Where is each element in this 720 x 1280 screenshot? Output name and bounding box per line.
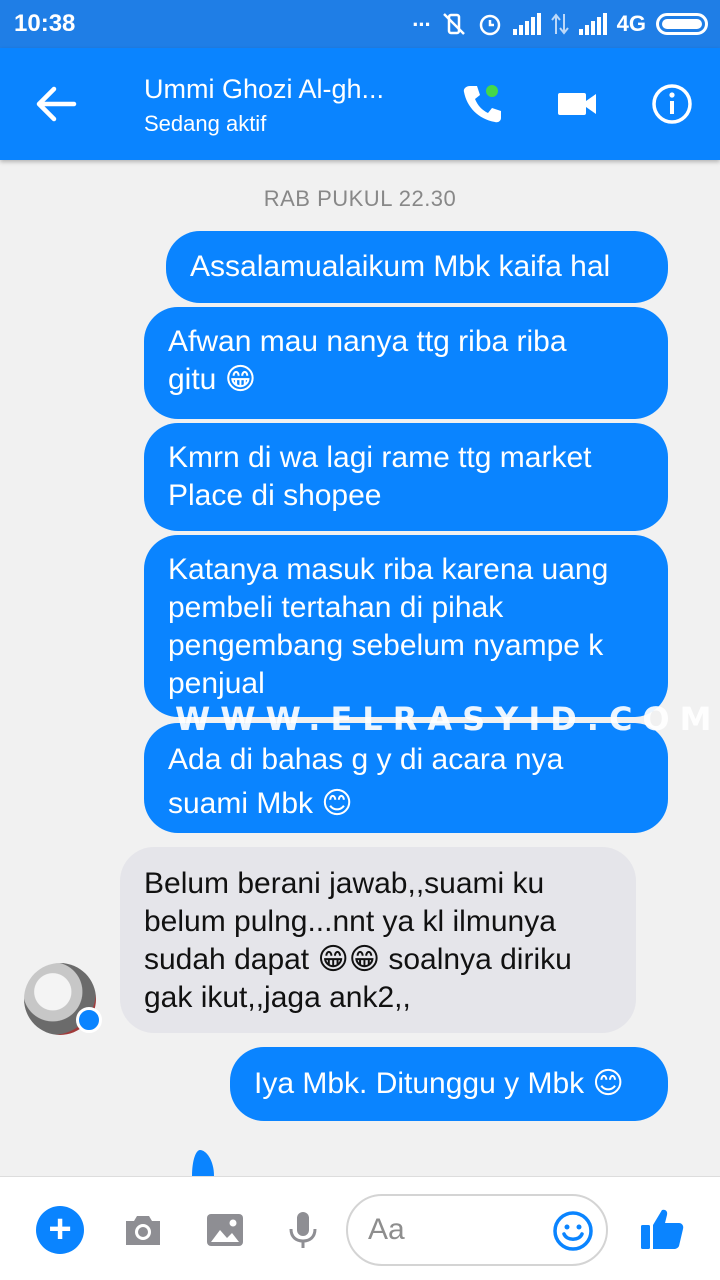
message-text: Afwan mau nanya ttg riba riba [168, 325, 567, 358]
message-text: gak ikut,,jaga ank2,, [144, 981, 411, 1014]
messenger-badge-icon [76, 1007, 102, 1033]
message-bubble-outgoing[interactable]: Ada di bahas g y di acara nya suami Mbk … [144, 723, 668, 833]
message-text: pembeli tertahan di pihak [168, 591, 504, 624]
camera-icon[interactable] [122, 1209, 164, 1251]
network-type: 4G [616, 11, 646, 36]
status-time: 10:38 [14, 10, 76, 37]
microphone-icon[interactable] [282, 1209, 324, 1251]
presence-status: Sedang aktif [144, 111, 267, 136]
info-icon[interactable] [648, 80, 696, 128]
message-text: pengembang sebelum nyampe k [168, 629, 604, 662]
battery-icon [656, 13, 708, 35]
message-text: Belum berani jawab,,suami ku [144, 867, 545, 900]
message-bubble-outgoing[interactable]: Assalamualaikum Mbk kaifa hal [166, 231, 668, 303]
thumbs-up-icon[interactable] [638, 1205, 686, 1253]
message-timestamp: RAB PUKUL 22.30 [263, 186, 457, 211]
message-text: penjual [168, 667, 265, 700]
message-bubble-outgoing[interactable]: Afwan mau nanya ttg riba riba gitu 😁 [144, 307, 668, 419]
back-arrow-icon[interactable] [34, 86, 78, 122]
seen-indicator-icon [192, 1150, 214, 1176]
message-text: suami Mbk 😊 [168, 787, 353, 820]
conversation-header: Ummi Ghozi Al-gh... Sedang aktif [0, 48, 720, 160]
message-text: belum pulng...nnt ya kl ilmunya [144, 905, 556, 938]
alarm-icon [479, 14, 500, 36]
message-input[interactable] [368, 1210, 548, 1250]
message-bubble-outgoing[interactable]: Iya Mbk. Ditunggu y Mbk 😊 [230, 1047, 668, 1121]
status-bar: 10:38 ... 4G [0, 0, 720, 48]
message-text: Kmrn di wa lagi rame ttg market [168, 441, 592, 474]
message-bubble-incoming[interactable]: Belum berani jawab,,suami ku belum pulng… [120, 847, 636, 1033]
more-dots-icon: ... [412, 6, 431, 31]
watermark: WWW.ELRASYID.COM [175, 700, 720, 738]
message-text: Place di shopee [168, 479, 382, 512]
message-text: sudah dapat 😁😁 soalnya diriku [144, 943, 572, 976]
phone-icon[interactable] [458, 80, 506, 128]
emoji-icon[interactable] [552, 1210, 594, 1252]
image-icon[interactable] [204, 1209, 246, 1251]
contact-name[interactable]: Ummi Ghozi Al-gh... [144, 74, 384, 105]
message-text: Iya Mbk. Ditunggu y Mbk 😊 [254, 1067, 624, 1100]
message-bubble-outgoing[interactable]: Katanya masuk riba karena uang pembeli t… [144, 535, 668, 717]
message-composer: + [0, 1176, 720, 1280]
status-icons: ... 4G [412, 6, 708, 40]
signal-2-icon [578, 13, 607, 35]
signal-1-icon [512, 13, 541, 35]
contact-avatar[interactable] [24, 963, 102, 1035]
message-text: Katanya masuk riba karena uang [168, 553, 609, 586]
message-text: gitu 😁 [168, 363, 256, 396]
message-bubble-outgoing[interactable]: Kmrn di wa lagi rame ttg market Place di… [144, 423, 668, 531]
message-text: Assalamualaikum Mbk kaifa hal [190, 250, 611, 283]
message-text: Ada di bahas g y di acara nya [168, 743, 564, 776]
message-input-box[interactable] [346, 1194, 608, 1266]
vibrate-off-icon [442, 13, 465, 35]
video-camera-icon[interactable] [554, 80, 602, 128]
plus-icon[interactable]: + [36, 1206, 84, 1254]
data-arrows-icon [550, 13, 569, 35]
